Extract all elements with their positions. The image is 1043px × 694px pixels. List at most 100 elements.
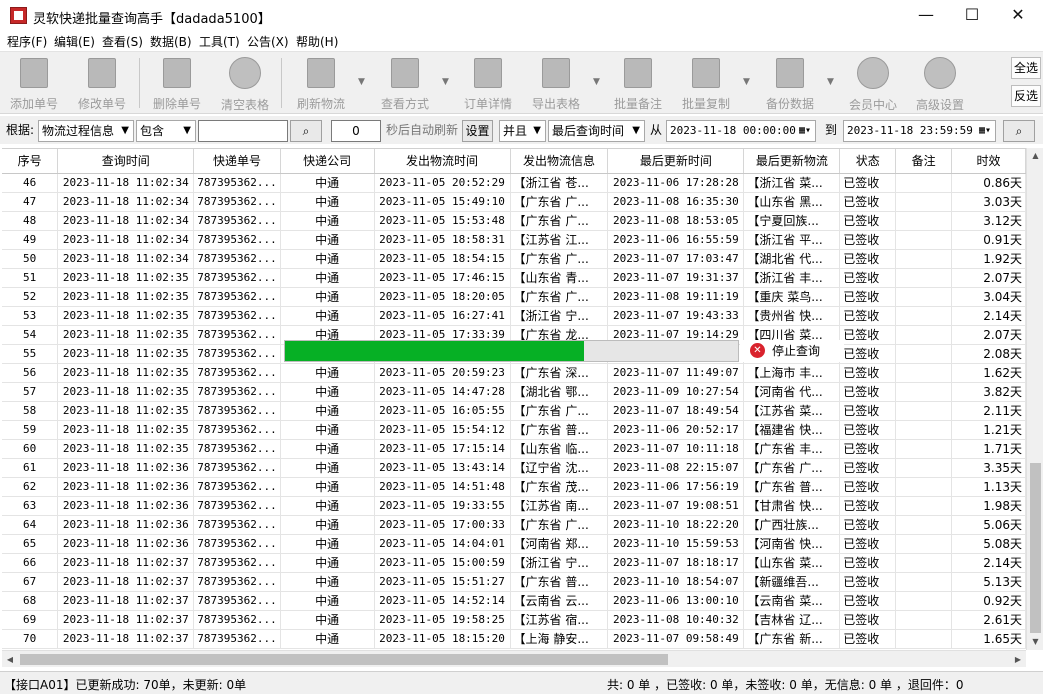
table-row[interactable]: 48 2023-11-18 11:02:34 787395362... 中通 2023-… <box>2 211 1026 231</box>
menu-program[interactable]: 程序(F) <box>7 33 47 50</box>
table-row[interactable]: 60 2023-11-18 11:02:35 787395362... 中通 2023-… <box>2 439 1026 459</box>
horizontal-scrollbar[interactable]: ◀ ▶ <box>2 650 1026 667</box>
table-row[interactable]: 52 2023-11-18 11:02:35 787395362... 中通 2023-… <box>2 287 1026 307</box>
table-row[interactable]: 63 2023-11-18 11:02:36 787395362... 中通 2023-… <box>2 496 1026 516</box>
export-table-button[interactable]: 导出表格 <box>525 55 587 111</box>
batch-note-button[interactable]: 批量备注 <box>607 55 669 111</box>
minimize-button[interactable]: — <box>903 0 949 31</box>
invert-selection-button[interactable]: 反选 <box>1011 85 1041 107</box>
table-cell: 53 <box>2 306 59 326</box>
time-field-select[interactable]: 最后查询时间 ▼ <box>548 120 645 142</box>
column-header[interactable]: 备注 <box>895 149 953 174</box>
column-header[interactable]: 序号 <box>2 149 59 174</box>
search-button[interactable]: ⌕ <box>290 120 322 142</box>
batch-copy-button[interactable]: 批量复制 <box>675 55 737 111</box>
query-button[interactable]: ⌕ <box>1003 120 1035 142</box>
table-row[interactable]: 59 2023-11-18 11:02:35 787395362... 中通 2023-… <box>2 420 1026 440</box>
filter-match-select[interactable]: 包含 ▼ <box>136 120 196 142</box>
table-cell: 【宁夏回族... <box>743 211 841 231</box>
table-row[interactable]: 61 2023-11-18 11:02:36 787395362... 中通 2023-… <box>2 458 1026 478</box>
menu-tools[interactable]: 工具(T) <box>199 33 240 50</box>
maximize-button[interactable]: ☐ <box>949 0 995 31</box>
table-row[interactable]: 67 2023-11-18 11:02:37 787395362... 中通 2023-… <box>2 572 1026 592</box>
chevron-down-icon[interactable]: ▼ <box>358 77 365 87</box>
table-row[interactable]: 65 2023-11-18 11:02:36 787395362... 中通 2023-… <box>2 534 1026 554</box>
stop-query-button[interactable]: ✕ 停止查询 <box>740 340 844 362</box>
table-cell: 787395362... <box>193 363 281 383</box>
scroll-right-icon[interactable]: ▶ <box>1010 651 1026 668</box>
horizontal-scroll-thumb[interactable] <box>20 654 668 665</box>
table-cell: 【广东省 广... <box>510 192 609 212</box>
column-header[interactable]: 发出物流时间 <box>374 149 511 174</box>
table-cell: 【山东省 黑... <box>743 192 841 212</box>
to-date-picker[interactable]: 2023-11-18 23:59:59 ▦▾ <box>843 120 996 142</box>
table-row[interactable]: 49 2023-11-18 11:02:34 787395362... 中通 2023-… <box>2 230 1026 250</box>
table-row[interactable]: 70 2023-11-18 11:02:37 787395362... 中通 2023-… <box>2 629 1026 649</box>
edit-number-button[interactable]: 修改单号 <box>71 55 133 111</box>
settings-button[interactable]: 设置 <box>462 120 493 142</box>
member-center-button[interactable]: 会员中心 <box>842 55 904 112</box>
backup-data-button[interactable]: 备份数据 <box>759 55 821 111</box>
table-header: 序号 查询时间 快递单号 快递公司 发出物流时间 发出物流信息 最后更新时间 最后更新物流 状态… <box>2 149 1026 174</box>
column-header[interactable]: 快递单号 <box>193 149 281 174</box>
table-row[interactable]: 50 2023-11-18 11:02:34 787395362... 中通 2023-… <box>2 249 1026 269</box>
advanced-settings-button[interactable]: 高级设置 <box>909 55 971 112</box>
menu-data[interactable]: 数据(B) <box>150 33 192 50</box>
table-cell: 2023-11-05 17:46:15 <box>374 268 511 288</box>
order-detail-button[interactable]: 订单详情 <box>457 55 519 111</box>
table-cell: 59 <box>2 420 59 440</box>
scroll-up-icon[interactable]: ▲ <box>1027 148 1043 164</box>
delete-number-button[interactable]: 删除单号 <box>146 55 208 111</box>
table-row[interactable]: 56 2023-11-18 11:02:35 787395362... 中通 2023-… <box>2 363 1026 383</box>
table-cell: 3.82天 <box>951 382 1026 402</box>
table-row[interactable]: 57 2023-11-18 11:02:35 787395362... 中通 2023-… <box>2 382 1026 402</box>
chevron-down-icon[interactable]: ▼ <box>743 77 750 87</box>
vertical-scrollbar[interactable]: ▲ ▼ <box>1026 148 1043 650</box>
table-row[interactable]: 69 2023-11-18 11:02:37 787395362... 中通 2023-… <box>2 610 1026 630</box>
table-row[interactable]: 64 2023-11-18 11:02:36 787395362... 中通 2023-… <box>2 515 1026 535</box>
refresh-interval-input[interactable]: 0 <box>331 120 381 142</box>
scroll-left-icon[interactable]: ◀ <box>2 651 18 668</box>
table-row[interactable]: 68 2023-11-18 11:02:37 787395362... 中通 2023-… <box>2 591 1026 611</box>
column-header[interactable]: 查询时间 <box>57 149 195 174</box>
keyword-input[interactable] <box>198 120 288 142</box>
column-header[interactable]: 最后更新物流 <box>743 149 841 174</box>
calendar-icon: ▦▾ <box>978 125 991 136</box>
select-all-button[interactable]: 全选 <box>1011 57 1041 79</box>
table-cell <box>895 458 953 478</box>
results-table[interactable]: 序号 查询时间 快递单号 快递公司 发出物流时间 发出物流信息 最后更新时间 最后更新物流 状态… <box>2 148 1026 650</box>
clear-table-button[interactable]: 清空表格 <box>214 55 276 112</box>
table-row[interactable]: 51 2023-11-18 11:02:35 787395362... 中通 2023-… <box>2 268 1026 288</box>
table-cell: 【山东省 临... <box>510 439 609 459</box>
table-row[interactable]: 58 2023-11-18 11:02:35 787395362... 中通 2023-… <box>2 401 1026 421</box>
logic-select[interactable]: 并且 ▼ <box>499 120 546 142</box>
add-number-button[interactable]: 添加单号 <box>3 55 65 111</box>
chevron-down-icon[interactable]: ▼ <box>827 77 834 87</box>
filter-field-select[interactable]: 物流过程信息 ▼ <box>38 120 134 142</box>
menu-edit[interactable]: 编辑(E) <box>54 33 95 50</box>
column-header[interactable]: 快递公司 <box>280 149 375 174</box>
from-date-picker[interactable]: 2023-11-18 00:00:00 ▦▾ <box>666 120 816 142</box>
table-row[interactable]: 47 2023-11-18 11:02:34 787395362... 中通 2023-… <box>2 192 1026 212</box>
scroll-down-icon[interactable]: ▼ <box>1027 634 1043 650</box>
column-header[interactable]: 时效 <box>951 149 1026 174</box>
menu-help[interactable]: 帮助(H) <box>296 33 338 50</box>
table-row[interactable]: 62 2023-11-18 11:02:36 787395362... 中通 2023-… <box>2 477 1026 497</box>
table-row[interactable]: 53 2023-11-18 11:02:35 787395362... 中通 2023-… <box>2 306 1026 326</box>
table-cell: 已签收 <box>839 515 897 535</box>
table-row[interactable]: 66 2023-11-18 11:02:37 787395362... 中通 2023-… <box>2 553 1026 573</box>
refresh-logistics-button[interactable]: 刷新物流 <box>290 55 352 111</box>
close-button[interactable]: ✕ <box>995 0 1041 31</box>
table-cell: 中通 <box>280 629 375 649</box>
view-mode-button[interactable]: 查看方式 <box>374 55 436 111</box>
menu-view[interactable]: 查看(S) <box>102 33 143 50</box>
table-cell: 5.13天 <box>951 572 1026 592</box>
table-row[interactable]: 46 2023-11-18 11:02:34 787395362... 中通 2023-… <box>2 173 1026 193</box>
menu-notice[interactable]: 公告(X) <box>247 33 289 50</box>
vertical-scroll-thumb[interactable] <box>1030 463 1041 633</box>
column-header[interactable]: 发出物流信息 <box>510 149 609 174</box>
column-header[interactable]: 状态 <box>839 149 897 174</box>
column-header[interactable]: 最后更新时间 <box>607 149 745 174</box>
chevron-down-icon[interactable]: ▼ <box>442 77 449 87</box>
chevron-down-icon[interactable]: ▼ <box>593 77 600 87</box>
